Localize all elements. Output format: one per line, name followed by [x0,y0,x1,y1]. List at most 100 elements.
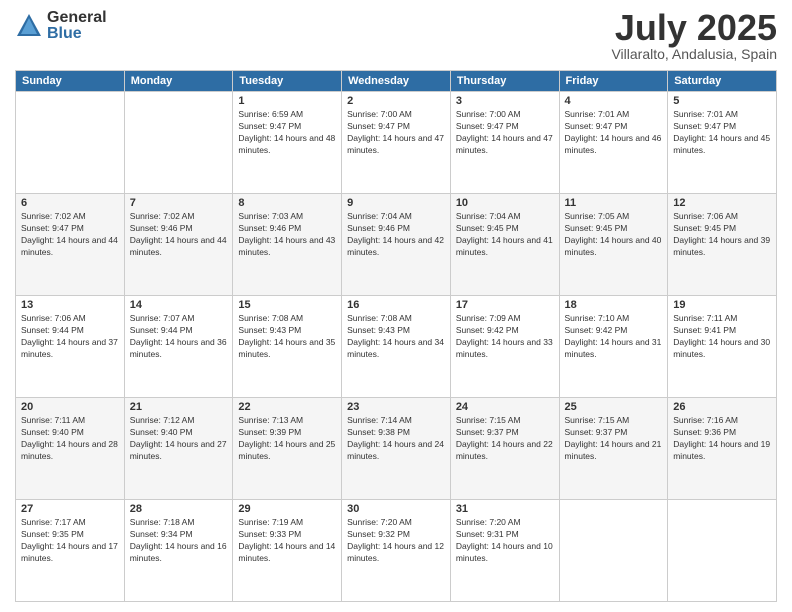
table-cell: 14 Sunrise: 7:07 AM Sunset: 9:44 PM Dayl… [124,296,233,398]
daylight-text: Daylight: 14 hours and 16 minutes. [130,541,227,563]
sunset-text: Sunset: 9:39 PM [238,427,301,437]
day-number: 23 [347,401,445,413]
daylight-text: Daylight: 14 hours and 33 minutes. [456,337,553,359]
daylight-text: Daylight: 14 hours and 12 minutes. [347,541,444,563]
table-cell: 25 Sunrise: 7:15 AM Sunset: 9:37 PM Dayl… [559,398,668,500]
sunrise-text: Sunrise: 7:09 AM [456,313,521,323]
sunrise-text: Sunrise: 7:18 AM [130,517,195,527]
sunset-text: Sunset: 9:35 PM [21,529,84,539]
sunset-text: Sunset: 9:47 PM [238,121,301,131]
day-info: Sunrise: 7:20 AM Sunset: 9:31 PM Dayligh… [456,517,554,565]
table-cell: 18 Sunrise: 7:10 AM Sunset: 9:42 PM Dayl… [559,296,668,398]
sunset-text: Sunset: 9:37 PM [565,427,628,437]
sunset-text: Sunset: 9:45 PM [565,223,628,233]
sunset-text: Sunset: 9:40 PM [130,427,193,437]
sunrise-text: Sunrise: 7:00 AM [456,109,521,119]
day-info: Sunrise: 7:00 AM Sunset: 9:47 PM Dayligh… [456,109,554,157]
daylight-text: Daylight: 14 hours and 25 minutes. [238,439,335,461]
daylight-text: Daylight: 14 hours and 44 minutes. [21,235,118,257]
day-info: Sunrise: 7:13 AM Sunset: 9:39 PM Dayligh… [238,415,336,463]
sunrise-text: Sunrise: 7:15 AM [456,415,521,425]
day-info: Sunrise: 7:16 AM Sunset: 9:36 PM Dayligh… [673,415,771,463]
day-info: Sunrise: 7:07 AM Sunset: 9:44 PM Dayligh… [130,313,228,361]
sunset-text: Sunset: 9:47 PM [21,223,84,233]
sunrise-text: Sunrise: 7:00 AM [347,109,412,119]
daylight-text: Daylight: 14 hours and 30 minutes. [673,337,770,359]
daylight-text: Daylight: 14 hours and 27 minutes. [130,439,227,461]
daylight-text: Daylight: 14 hours and 31 minutes. [565,337,662,359]
day-info: Sunrise: 7:18 AM Sunset: 9:34 PM Dayligh… [130,517,228,565]
sunset-text: Sunset: 9:47 PM [347,121,410,131]
sunset-text: Sunset: 9:47 PM [565,121,628,131]
sunset-text: Sunset: 9:40 PM [21,427,84,437]
table-cell: 16 Sunrise: 7:08 AM Sunset: 9:43 PM Dayl… [342,296,451,398]
table-cell: 11 Sunrise: 7:05 AM Sunset: 9:45 PM Dayl… [559,194,668,296]
sunset-text: Sunset: 9:42 PM [565,325,628,335]
sunset-text: Sunset: 9:37 PM [456,427,519,437]
day-number: 8 [238,197,336,209]
week-row-1: 6 Sunrise: 7:02 AM Sunset: 9:47 PM Dayli… [16,194,777,296]
daylight-text: Daylight: 14 hours and 28 minutes. [21,439,118,461]
sunrise-text: Sunrise: 6:59 AM [238,109,303,119]
sunset-text: Sunset: 9:41 PM [673,325,736,335]
sunrise-text: Sunrise: 7:04 AM [347,211,412,221]
daylight-text: Daylight: 14 hours and 37 minutes. [21,337,118,359]
sunrise-text: Sunrise: 7:08 AM [238,313,303,323]
week-row-2: 13 Sunrise: 7:06 AM Sunset: 9:44 PM Dayl… [16,296,777,398]
sunset-text: Sunset: 9:36 PM [673,427,736,437]
daylight-text: Daylight: 14 hours and 47 minutes. [347,133,444,155]
table-cell: 10 Sunrise: 7:04 AM Sunset: 9:45 PM Dayl… [450,194,559,296]
logo-general-text: General [47,10,107,26]
table-cell: 8 Sunrise: 7:03 AM Sunset: 9:46 PM Dayli… [233,194,342,296]
day-info: Sunrise: 7:03 AM Sunset: 9:46 PM Dayligh… [238,211,336,259]
sunrise-text: Sunrise: 7:03 AM [238,211,303,221]
sunset-text: Sunset: 9:34 PM [130,529,193,539]
daylight-text: Daylight: 14 hours and 47 minutes. [456,133,553,155]
subtitle: Villaralto, Andalusia, Spain [611,46,777,62]
sunrise-text: Sunrise: 7:12 AM [130,415,195,425]
daylight-text: Daylight: 14 hours and 35 minutes. [238,337,335,359]
table-cell: 12 Sunrise: 7:06 AM Sunset: 9:45 PM Dayl… [668,194,777,296]
sunrise-text: Sunrise: 7:06 AM [21,313,86,323]
sunset-text: Sunset: 9:33 PM [238,529,301,539]
sunset-text: Sunset: 9:47 PM [456,121,519,131]
day-number: 21 [130,401,228,413]
daylight-text: Daylight: 14 hours and 34 minutes. [347,337,444,359]
daylight-text: Daylight: 14 hours and 45 minutes. [673,133,770,155]
title-block: July 2025 Villaralto, Andalusia, Spain [611,10,777,62]
daylight-text: Daylight: 14 hours and 14 minutes. [238,541,335,563]
table-cell: 4 Sunrise: 7:01 AM Sunset: 9:47 PM Dayli… [559,92,668,194]
sunrise-text: Sunrise: 7:07 AM [130,313,195,323]
day-number: 22 [238,401,336,413]
sunrise-text: Sunrise: 7:17 AM [21,517,86,527]
sunset-text: Sunset: 9:45 PM [673,223,736,233]
day-number: 25 [565,401,663,413]
table-cell: 20 Sunrise: 7:11 AM Sunset: 9:40 PM Dayl… [16,398,125,500]
daylight-text: Daylight: 14 hours and 24 minutes. [347,439,444,461]
table-cell: 17 Sunrise: 7:09 AM Sunset: 9:42 PM Dayl… [450,296,559,398]
sunset-text: Sunset: 9:32 PM [347,529,410,539]
day-number: 18 [565,299,663,311]
month-title: July 2025 [611,10,777,46]
sunrise-text: Sunrise: 7:01 AM [673,109,738,119]
logo: General Blue [15,10,107,42]
day-info: Sunrise: 7:09 AM Sunset: 9:42 PM Dayligh… [456,313,554,361]
day-number: 2 [347,95,445,107]
day-info: Sunrise: 7:08 AM Sunset: 9:43 PM Dayligh… [238,313,336,361]
day-info: Sunrise: 7:15 AM Sunset: 9:37 PM Dayligh… [456,415,554,463]
table-cell: 23 Sunrise: 7:14 AM Sunset: 9:38 PM Dayl… [342,398,451,500]
day-number: 3 [456,95,554,107]
day-number: 12 [673,197,771,209]
table-cell: 21 Sunrise: 7:12 AM Sunset: 9:40 PM Dayl… [124,398,233,500]
sunrise-text: Sunrise: 7:04 AM [456,211,521,221]
day-number: 7 [130,197,228,209]
day-info: Sunrise: 7:17 AM Sunset: 9:35 PM Dayligh… [21,517,119,565]
table-cell: 5 Sunrise: 7:01 AM Sunset: 9:47 PM Dayli… [668,92,777,194]
day-number: 19 [673,299,771,311]
day-number: 6 [21,197,119,209]
table-cell: 7 Sunrise: 7:02 AM Sunset: 9:46 PM Dayli… [124,194,233,296]
day-info: Sunrise: 7:11 AM Sunset: 9:41 PM Dayligh… [673,313,771,361]
sunrise-text: Sunrise: 7:11 AM [21,415,85,425]
table-cell: 2 Sunrise: 7:00 AM Sunset: 9:47 PM Dayli… [342,92,451,194]
table-cell [668,500,777,602]
